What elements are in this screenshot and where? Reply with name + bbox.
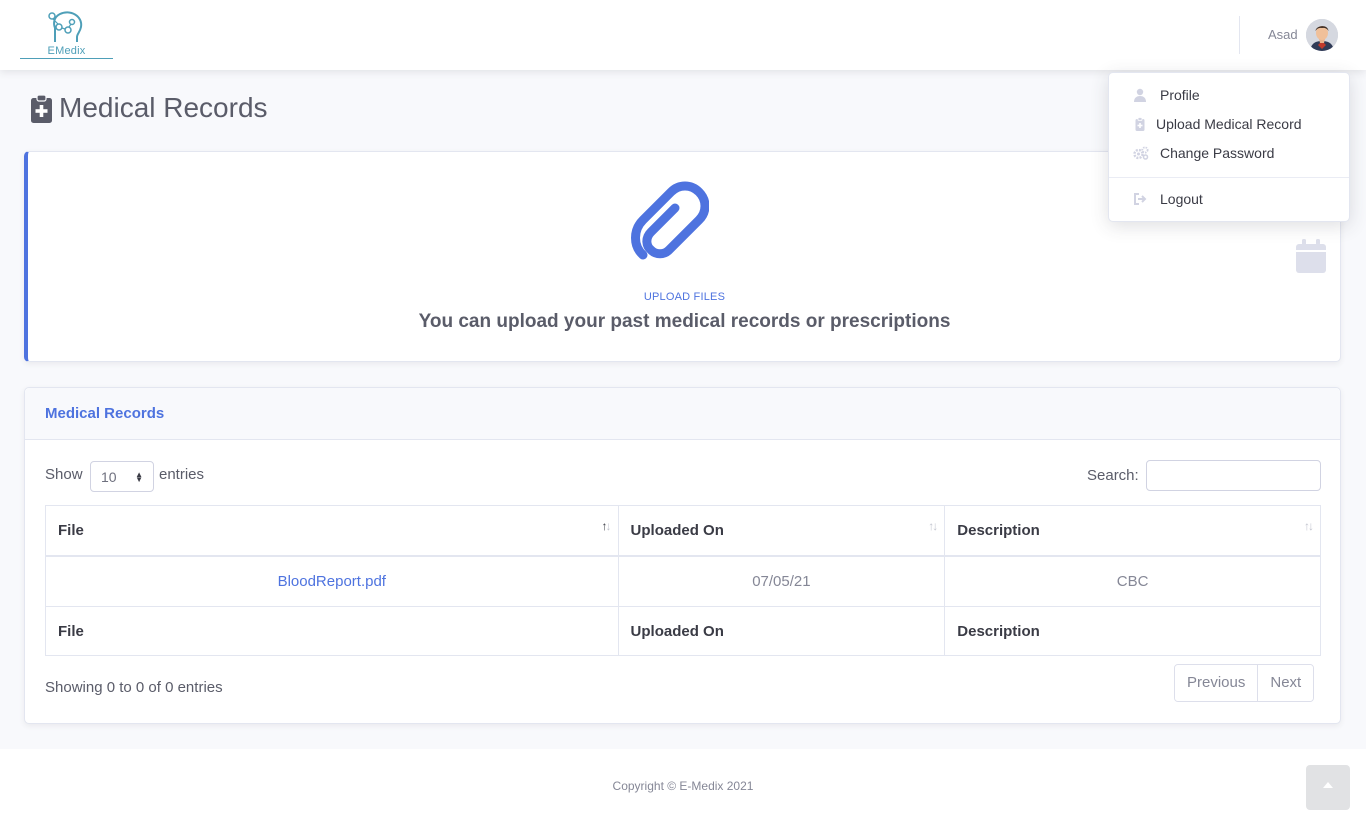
menu-item-upload-medical-record[interactable]: Upload Medical Record xyxy=(1109,112,1349,138)
description-cell: CBC xyxy=(944,555,1321,607)
clipboard-medical-icon xyxy=(31,95,52,123)
column-header-uploaded-on[interactable]: Uploaded On ↑↓ xyxy=(617,505,946,557)
card-header: Medical Records xyxy=(25,388,1340,440)
upload-description: You can upload your past medical records… xyxy=(418,311,951,332)
card-title: Medical Records xyxy=(45,405,165,422)
menu-item-label: Upload Medical Record xyxy=(1156,116,1302,132)
menu-item-label: Change Password xyxy=(1160,145,1275,161)
page-title: Medical Records xyxy=(59,92,268,123)
table-info: Showing 0 to 0 of 0 entries xyxy=(45,679,223,696)
records-table: File ↑↓ Uploaded On ↑↓ Description ↑↓ Bl… xyxy=(45,505,1321,656)
file-link[interactable]: BloodReport.pdf xyxy=(278,573,386,590)
menu-item-label: Profile xyxy=(1160,87,1200,103)
scroll-to-top-button[interactable] xyxy=(1306,765,1350,810)
user-name[interactable]: Asad xyxy=(1268,27,1298,42)
clipboard-icon xyxy=(1135,117,1145,131)
brand-logo-text: EMedix xyxy=(47,45,86,57)
search-input[interactable] xyxy=(1146,460,1321,491)
column-footer-uploaded-on: Uploaded On xyxy=(617,606,946,656)
column-footer-description: Description xyxy=(944,606,1321,656)
entries-label: entries xyxy=(159,466,205,483)
menu-item-logout[interactable]: Logout xyxy=(1109,187,1349,213)
head-network-icon xyxy=(48,11,83,42)
column-footer-file: File xyxy=(45,606,619,656)
column-header-label: Uploaded On xyxy=(630,521,724,539)
pagination: Previous Next xyxy=(1174,664,1315,702)
user-icon xyxy=(1134,88,1146,102)
medical-records-card: Medical Records Show 10 ▲ ▼ entries Searc… xyxy=(24,387,1341,724)
column-header-description[interactable]: Description ↑↓ xyxy=(944,505,1321,557)
column-header-label: File xyxy=(58,521,84,539)
chevron-up-icon xyxy=(1323,782,1333,788)
entries-per-page-select[interactable]: 10 ▲ ▼ xyxy=(90,461,154,492)
uploaded-on-cell: 07/05/21 xyxy=(617,555,946,607)
footer: Copyright © E-Medix 2021 xyxy=(0,749,1366,825)
upload-files-label: UPLOAD FILES xyxy=(643,291,726,303)
topbar: EMedix Asad xyxy=(0,0,1366,70)
entries-select-value: 10 xyxy=(101,469,117,485)
paperclip-icon[interactable] xyxy=(631,178,709,262)
copyright-text: Copyright © E-Medix 2021 xyxy=(612,779,754,793)
show-label: Show xyxy=(45,466,83,483)
column-header-file[interactable]: File ↑↓ xyxy=(45,505,619,557)
sort-icon[interactable]: ↑↓ xyxy=(928,519,938,533)
user-dropdown-menu: Profile Upload Medical Record Change Pas… xyxy=(1108,72,1350,222)
sort-icon[interactable]: ↑↓ xyxy=(1304,519,1314,533)
avatar[interactable] xyxy=(1306,19,1338,51)
dropdown-divider xyxy=(1109,177,1349,178)
menu-item-change-password[interactable]: Change Password xyxy=(1109,141,1349,167)
sign-out-icon xyxy=(1134,193,1147,205)
menu-item-profile[interactable]: Profile xyxy=(1109,83,1349,109)
next-button[interactable]: Next xyxy=(1257,665,1314,701)
table-row: BloodReport.pdf 07/05/21 CBC xyxy=(45,555,1321,607)
search-label: Search: xyxy=(1087,467,1139,484)
previous-button[interactable]: Previous xyxy=(1175,665,1258,701)
menu-item-label: Logout xyxy=(1160,191,1203,207)
file-cell: BloodReport.pdf xyxy=(45,555,619,607)
avatar-image xyxy=(1306,19,1338,51)
select-arrows-icon: ▲ ▼ xyxy=(135,470,143,484)
column-header-label: Description xyxy=(957,521,1040,539)
brand-logo[interactable]: EMedix xyxy=(20,10,113,59)
topbar-divider xyxy=(1239,16,1240,54)
sort-icon[interactable]: ↑↓ xyxy=(602,519,612,533)
calendar-icon xyxy=(1296,239,1326,273)
cogs-icon xyxy=(1133,146,1149,160)
